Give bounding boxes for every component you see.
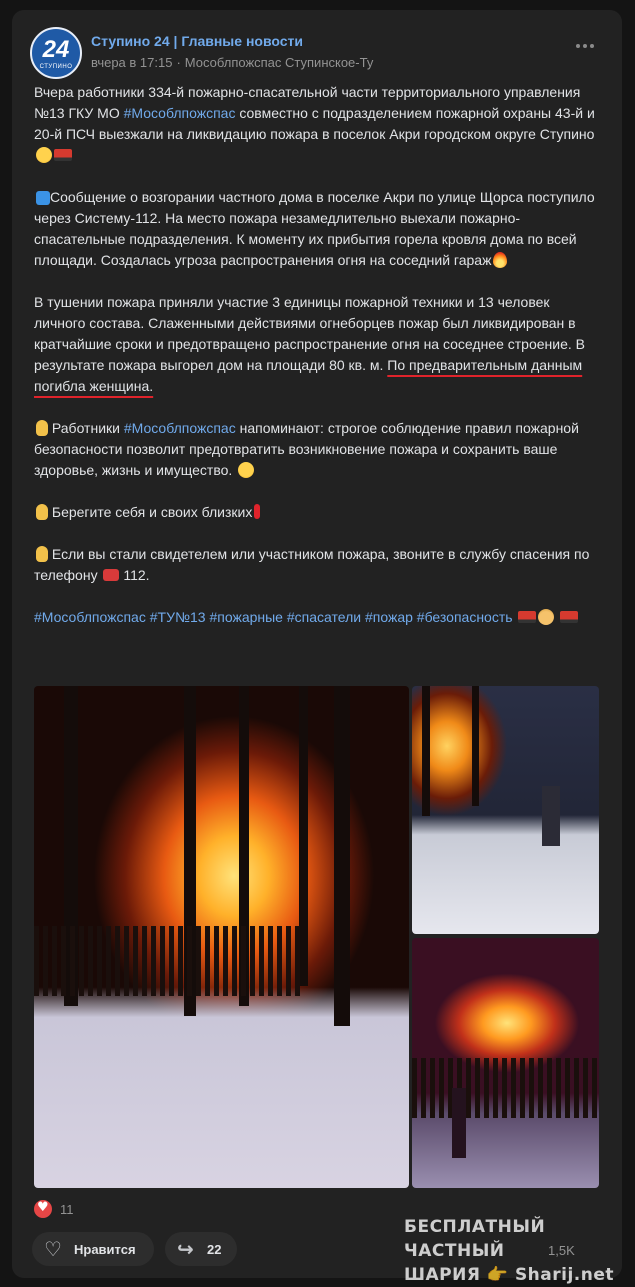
telephone-emoji-icon bbox=[103, 569, 120, 581]
avatar-logo-text: 24 bbox=[42, 36, 70, 63]
watermark-line-2: ШАРИЯ 👉 Sharij.net bbox=[404, 1265, 615, 1285]
fire-photo-large[interactable] bbox=[34, 686, 409, 1188]
avatar-logo-subtext: СТУПИНО bbox=[39, 64, 73, 70]
paragraph-3: В тушении пожара приняли участие 3 едини… bbox=[34, 294, 585, 394]
watermark: БЕСПЛАТНЫЙ ЧАСТНЫЙ ШАРИЯ 👉 Sharij.net bbox=[404, 1215, 624, 1287]
paragraph-1: Вчера работники 334-й пожарно-спасательн… bbox=[34, 82, 599, 166]
more-horizontal-icon[interactable] bbox=[576, 44, 594, 50]
like-button[interactable]: ♡ Нравится bbox=[32, 1232, 154, 1266]
fire-truck-emoji-icon bbox=[518, 611, 537, 623]
paragraph-4: Работники #Мособлпожспас напоминают: стр… bbox=[34, 420, 579, 478]
hashtag-link[interactable]: #спасатели bbox=[287, 609, 361, 625]
pointing-hand-emoji-icon bbox=[36, 420, 48, 436]
face-emoji-icon bbox=[36, 147, 52, 163]
smile-emoji-icon bbox=[238, 462, 255, 478]
hashtag-link[interactable]: #Мособлпожспас bbox=[34, 609, 146, 625]
pointing-hand-emoji-icon bbox=[36, 546, 48, 562]
hashtag-link[interactable]: #Мособлпожспас bbox=[124, 105, 236, 121]
fire-truck-emoji-icon bbox=[560, 611, 579, 623]
hashtag-link[interactable]: #Мособлпожспас bbox=[124, 420, 236, 436]
post-text: Вчера работники 334-й пожарно-спасательн… bbox=[34, 82, 599, 628]
group-name-link[interactable]: Ступино 24 | Главные новости bbox=[91, 33, 303, 49]
likes-count: 11 bbox=[60, 1201, 74, 1217]
exclamation-emoji-icon bbox=[254, 504, 261, 519]
hashtag-link[interactable]: #пожар bbox=[365, 609, 413, 625]
watermark-line-1: БЕСПЛАТНЫЙ ЧАСТНЫЙ bbox=[404, 1217, 546, 1261]
share-button[interactable]: ↪ 22 bbox=[165, 1232, 237, 1266]
pointing-hand-emoji-icon bbox=[36, 504, 48, 520]
paragraph-6: Если вы стали свидетелем или участником … bbox=[34, 546, 590, 583]
heart-outline-icon: ♡ bbox=[44, 1237, 62, 1261]
fire-photo-top-right[interactable] bbox=[412, 686, 599, 934]
shares-count: 22 bbox=[207, 1241, 222, 1257]
fire-emoji-icon bbox=[493, 252, 508, 268]
meta-separator: · bbox=[176, 55, 181, 70]
fire-truck-emoji-icon bbox=[54, 149, 72, 161]
hashtag-link[interactable]: #безопасность bbox=[417, 609, 513, 625]
heart-icon bbox=[34, 1200, 52, 1218]
fire-photo-bottom-right[interactable] bbox=[412, 938, 599, 1188]
share-icon: ↪ bbox=[177, 1237, 194, 1261]
hashtags: #Мособлпожспас #ТУ№13 #пожарные #спасате… bbox=[34, 607, 599, 628]
hashtag-link[interactable]: #пожарные bbox=[209, 609, 283, 625]
post-meta: вчера в 17:15 · Мособлпожспас Ступинское-Т… bbox=[91, 55, 373, 70]
reactions-summary[interactable]: 11 bbox=[34, 1200, 74, 1218]
phone-emoji-icon bbox=[36, 191, 50, 205]
post-time[interactable]: вчера в 17:15 bbox=[91, 55, 172, 70]
like-label: Нравится bbox=[74, 1241, 136, 1257]
paragraph-5: Берегите себя и своих близких bbox=[34, 502, 599, 523]
group-avatar[interactable]: 24 СТУПИНО bbox=[30, 27, 82, 79]
hashtag-link[interactable]: #ТУ№13 bbox=[150, 609, 206, 625]
firefighter-emoji-icon bbox=[538, 609, 555, 625]
paragraph-2: Сообщение о возгорании частного дома в п… bbox=[34, 189, 595, 268]
post-source[interactable]: Мособлпожспас Ступинское-Ту bbox=[185, 55, 374, 70]
photo-grid bbox=[34, 686, 599, 1188]
